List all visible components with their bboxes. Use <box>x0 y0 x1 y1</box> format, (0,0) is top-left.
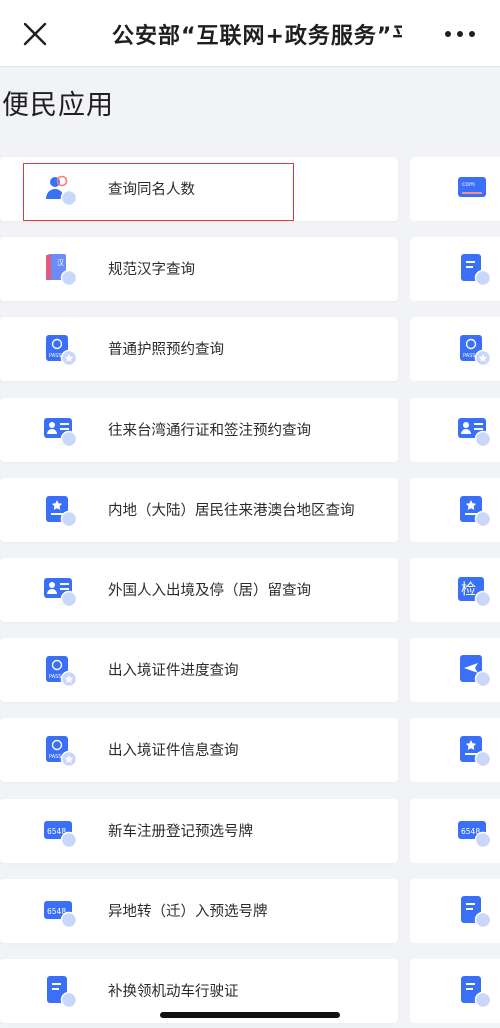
close-icon[interactable] <box>22 21 48 47</box>
dictionary-book-icon: 汉 <box>42 251 78 287</box>
service-card-partial[interactable] <box>410 478 500 542</box>
service-card-partial[interactable]: 6548 <box>410 799 500 863</box>
license-plate-icon: 6548 <box>42 813 78 849</box>
service-card-partial[interactable]: com <box>410 157 500 221</box>
passport-star-icon <box>456 732 492 768</box>
service-label: 出入境证件进度查询 <box>108 663 239 679</box>
document-icon <box>42 973 78 1009</box>
service-card-partial[interactable] <box>410 959 500 1023</box>
id-card-icon <box>456 412 492 448</box>
service-label: 补换领机动车行驶证 <box>108 984 239 1000</box>
top-bar: 公安部“互联网+政务服务”平 <box>0 0 500 67</box>
service-label: 往来台湾通行证和签注预约查询 <box>108 423 311 439</box>
svg-text:汉: 汉 <box>57 259 64 267</box>
service-card-partial[interactable] <box>410 718 500 782</box>
document-icon <box>456 893 492 929</box>
service-label: 查询同名人数 <box>108 182 195 198</box>
service-card[interactable]: 6548 新车注册登记预选号牌 <box>0 799 398 863</box>
service-label: 出入境证件信息查询 <box>108 743 239 759</box>
service-card-partial[interactable] <box>410 638 500 702</box>
service-card[interactable]: 6548 异地转（迁）入预选号牌 <box>0 879 398 943</box>
service-label: 新车注册登记预选号牌 <box>108 824 253 840</box>
passport-star-icon <box>42 492 78 528</box>
service-card[interactable]: PASS 出入境证件信息查询 <box>0 718 398 782</box>
passport-icon: PASS <box>42 652 78 688</box>
service-card[interactable]: PASS 普通护照预约查询 <box>0 317 398 381</box>
people-search-icon <box>42 171 78 207</box>
service-card-partial[interactable]: 检 <box>410 558 500 622</box>
service-card[interactable]: PASS 出入境证件进度查询 <box>0 638 398 702</box>
document-icon <box>456 973 492 1009</box>
passport-star-icon <box>456 492 492 528</box>
passport-icon: PASS <box>42 331 78 367</box>
service-card[interactable]: 外国人入出境及停（居）留查询 <box>0 558 398 622</box>
passport-icon: PASS <box>456 331 492 367</box>
service-card-partial[interactable] <box>410 879 500 943</box>
home-indicator <box>160 1012 340 1018</box>
service-card-partial[interactable]: PASS <box>410 317 500 381</box>
service-label: 规范汉字查询 <box>108 262 195 278</box>
service-label: 外国人入出境及停（居）留查询 <box>108 583 311 599</box>
license-plate-icon: 6548 <box>456 813 492 849</box>
id-card-icon <box>42 572 78 608</box>
id-card-icon <box>42 412 78 448</box>
document-icon <box>456 251 492 287</box>
com-card-icon: com <box>456 171 492 207</box>
svg-text:PASS: PASS <box>463 353 475 359</box>
page-title: 公安部“互联网+政务服务”平 <box>112 24 402 49</box>
service-label: 普通护照预约查询 <box>108 342 224 358</box>
service-label: 内地（大陆）居民往来港澳台地区查询 <box>108 503 355 519</box>
flight-icon <box>456 652 492 688</box>
service-label: 异地转（迁）入预选号牌 <box>108 904 268 920</box>
service-card[interactable]: 汉 规范汉字查询 <box>0 237 398 301</box>
svg-text:com: com <box>462 181 475 188</box>
inspection-icon: 检 <box>456 572 492 608</box>
more-options-icon[interactable] <box>440 26 480 42</box>
svg-text:PASS: PASS <box>49 674 61 680</box>
svg-text:PASS: PASS <box>49 754 61 760</box>
service-card-partial[interactable] <box>410 398 500 462</box>
section-title: 便民应用 <box>2 90 114 121</box>
passport-icon: PASS <box>42 732 78 768</box>
service-card[interactable]: 查询同名人数 <box>0 157 398 221</box>
svg-text:检: 检 <box>461 580 476 598</box>
svg-text:PASS: PASS <box>49 353 61 359</box>
service-card[interactable]: 内地（大陆）居民往来港澳台地区查询 <box>0 478 398 542</box>
service-card[interactable]: 往来台湾通行证和签注预约查询 <box>0 398 398 462</box>
service-card-partial[interactable] <box>410 237 500 301</box>
license-plate-icon: 6548 <box>42 893 78 929</box>
